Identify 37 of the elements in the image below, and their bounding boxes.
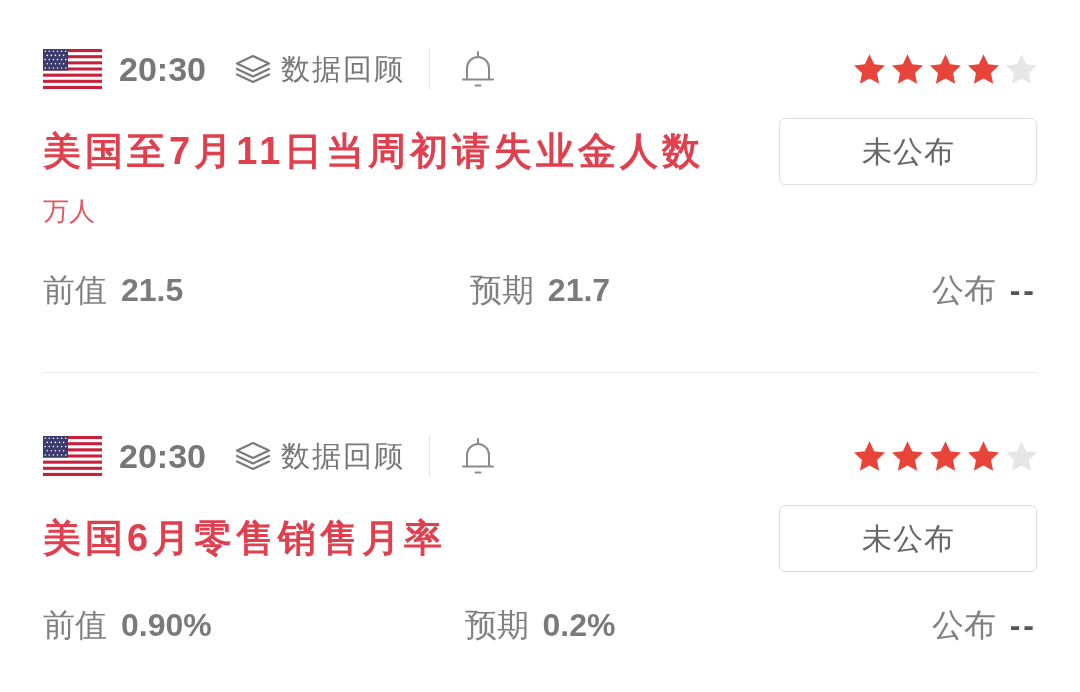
status-tag: 未公布 [779, 505, 1037, 572]
star-icon [854, 441, 885, 471]
forecast-label: 预期 [464, 606, 529, 645]
event-title: 美国至7月11日当周初请失业金人数 [43, 129, 705, 174]
star-icon [930, 441, 961, 471]
layers-icon [233, 54, 272, 84]
us-flag-icon [43, 436, 102, 476]
data-review-button[interactable]: 数据回顾 [233, 54, 405, 84]
data-review-button[interactable]: 数据回顾 [233, 441, 405, 471]
actual-label: 公布 [931, 271, 996, 310]
star-icon [968, 441, 999, 471]
actual-label: 公布 [931, 606, 996, 645]
status-tag: 未公布 [779, 118, 1037, 185]
star-icon [1006, 441, 1037, 471]
us-flag-icon [43, 49, 102, 89]
star-icon [892, 441, 923, 471]
actual-value: -- [1009, 271, 1037, 310]
previous-label: 前值 [43, 271, 107, 310]
previous-value: 21.5 [121, 271, 184, 310]
previous-label: 前值 [43, 606, 107, 645]
actual-value: -- [1009, 606, 1037, 645]
star-icon [968, 54, 999, 84]
bell-icon[interactable] [460, 437, 495, 475]
forecast-label: 预期 [469, 271, 534, 310]
event-title: 美国6月零售销售月率 [43, 516, 447, 561]
forecast-value: 21.7 [547, 271, 611, 310]
star-icon [930, 54, 961, 84]
event-time: 20:30 [119, 439, 206, 473]
star-icon [854, 54, 885, 84]
previous-value: 0.90% [121, 606, 212, 645]
star-icon [1006, 54, 1037, 84]
layers-icon [233, 441, 272, 471]
bell-icon[interactable] [460, 50, 495, 88]
star-icon [892, 54, 923, 84]
unit-label: 万人 [43, 195, 95, 228]
forecast-value: 0.2% [542, 606, 616, 645]
event-time: 20:30 [119, 52, 206, 86]
